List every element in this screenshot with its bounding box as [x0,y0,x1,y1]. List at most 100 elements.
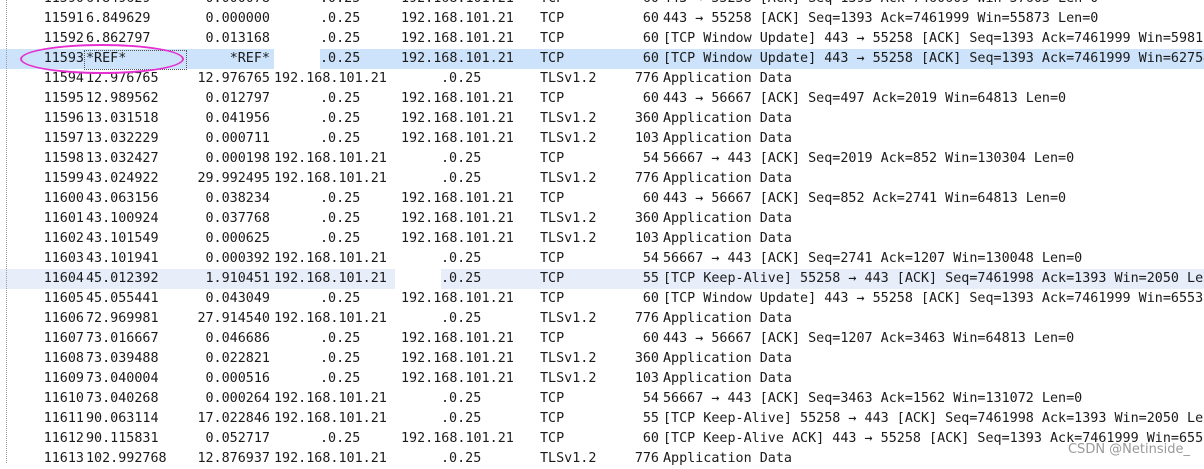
packet-source-text: .0.25 [320,351,361,366]
packet-source: 192.168.101.21 [274,269,387,289]
packet-time: 12.976765 [86,71,159,86]
packet-time: 72.969981 [86,311,159,326]
tree-line [6,0,7,463]
packet-info: 443 → 56667 [ACK] Seq=852 Ack=2741 Win=6… [663,191,1067,206]
packet-protocol: TCP [540,51,565,66]
packet-destination: .0.25 [395,449,481,469]
redaction-mask [274,349,320,369]
packet-source: 192.168.101.21 [274,149,387,169]
packet-list[interactable]: 115906.849629 0.000078 .0.25 192.168.101.21… [0,0,1204,469]
packet-destination: .0.25 [395,309,481,329]
packet-row[interactable]: 11612 90.115831 0.052717 .0.25 192.168.101.2… [0,429,1204,449]
redaction-mask [274,189,320,209]
packet-info: 443 → 55258 [ACK] Seq=1393 Ack=7461999 W… [663,11,1099,26]
packet-destination: 192.168.101.21 [401,329,514,349]
packet-row[interactable]: 11604 45.012392 1.910451 192.168.101.21 .0.2… [0,269,1204,289]
packet-source: .0.25 [274,9,360,29]
packet-info: Application Data [663,71,792,86]
packet-row[interactable]: 11611 90.063114 17.022846 192.168.101.21 .0.… [0,409,1204,429]
packet-protocol: TLSv1.2 [540,351,597,366]
packet-protocol: TLSv1.2 [540,231,597,246]
packet-protocol: TCP [540,431,565,446]
packet-no: 11609 [43,371,84,386]
packet-delta: 0.038234 [205,191,271,206]
packet-row[interactable]: 11597 13.032229 0.000711 .0.25 192.168.101.2… [0,129,1204,149]
packet-info: [TCP Window Update] 443 → 55258 [ACK] Se… [663,31,1204,46]
packet-source-text: .0.25 [320,31,361,46]
packet-source-text: 192.168.101.21 [274,391,387,406]
packet-source-text: .0.25 [320,231,361,246]
packet-row[interactable]: 11599 43.024922 29.992495 192.168.101.21 .0.… [0,169,1204,189]
packet-row[interactable]: 11606 72.969981 27.914540 192.168.101.21 .0.… [0,309,1204,329]
packet-row[interactable]: 11613 102.992768 12.876937 192.168.101.21 .0… [0,449,1204,469]
packet-row[interactable]: 11609 73.040004 0.000516 .0.25 192.168.101.2… [0,369,1204,389]
packet-protocol: TCP [540,191,565,206]
packet-info: 443 → 56667 [ACK] Seq=1207 Ack=3463 Win=… [663,331,1075,346]
packet-delta: 0.000516 [205,371,271,386]
packet-info: Application Data [663,171,792,186]
packet-row[interactable]: 11594 12.976765 12.976765 192.168.101.21.0.… [0,69,1204,89]
redaction-mask [274,49,320,69]
packet-no: 11613 [43,451,84,466]
packet-source-text: .0.25 [320,131,361,146]
packet-time: 45.012392 [86,271,159,286]
packet-protocol: TCP [540,151,565,166]
packet-destination: 192.168.101.21 [401,49,514,69]
packet-row[interactable]: 11602 43.101549 0.000625 .0.25 192.168.101.2… [0,229,1204,249]
packet-protocol: TLSv1.2 [540,211,597,226]
packet-length: 60 [642,11,659,26]
packet-time: 12.989562 [86,91,159,106]
packet-destination: 192.168.101.21 [401,229,514,249]
packet-row[interactable]: 11598 13.032427 0.000198 192.168.101.21 .0.2… [0,149,1204,169]
packet-source: .0.25 [274,89,360,109]
packet-row[interactable]: 11592 6.862797 0.013168 .0.25 192.168.101.21… [0,29,1204,49]
packet-no: 11600 [43,191,84,206]
packet-row[interactable]: 11595 12.989562 0.012797 .0.25 192.168.101.2… [0,89,1204,109]
packet-delta: 0.013168 [205,31,271,46]
packet-no: 11602 [43,231,84,246]
redaction-mask [274,9,320,29]
packet-destination-text: .0.25 [441,451,482,466]
packet-delta: 0.043049 [205,291,271,306]
packet-row[interactable]: 11608 73.039488 0.022821 .0.25 192.168.101.2… [0,349,1204,369]
redaction-mask [274,109,320,129]
packet-destination-text: 192.168.101.21 [401,231,514,246]
packet-protocol: TLSv1.2 [540,71,597,86]
packet-row[interactable]: 11596 13.031518 0.041956 .0.25 192.168.101.2… [0,109,1204,129]
packet-no: 11593 [43,51,84,66]
packet-length: 60 [642,431,659,446]
packet-row[interactable]: 11593 *REF* *REF* .0.25 192.168.101.21 TCP 60[… [0,49,1204,69]
packet-delta: 17.022846 [197,411,270,426]
packet-row[interactable]: 11603 43.101941 0.000392 192.168.101.21 .0.2… [0,249,1204,269]
packet-row[interactable]: 11601 43.100924 0.037768 .0.25 192.168.101.2… [0,209,1204,229]
packet-protocol: TCP [540,91,565,106]
packet-time: 73.040004 [86,371,159,386]
packet-destination-text: 192.168.101.21 [401,351,514,366]
packet-row[interactable]: 11605 45.055441 0.043049 .0.25 192.168.101.2… [0,289,1204,309]
packet-row[interactable]: 11591 6.849629 0.000000 .0.25 192.168.101.21… [0,9,1204,29]
packet-destination: .0.25 [395,269,481,289]
redaction-mask [395,149,441,169]
packet-destination: 192.168.101.21 [401,129,514,149]
packet-length: 60 [642,191,659,206]
packet-destination-text: 192.168.101.21 [401,291,514,306]
packet-row[interactable]: 11607 73.016667 0.046686 .0.25 192.168.101.2… [0,329,1204,349]
packet-delta: 0.000264 [205,391,271,406]
packet-length: 55 [642,271,659,286]
packet-no: 11608 [43,351,84,366]
packet-delta: 0.000198 [205,151,271,166]
packet-no: 11595 [43,91,84,106]
packet-length: 360 [634,111,659,126]
packet-destination: 192.168.101.21 [401,189,514,209]
packet-source: 192.168.101.21 [274,389,387,409]
packet-info: 56667 → 443 [ACK] Seq=3463 Ack=1562 Win=… [663,391,1083,406]
packet-row[interactable]: 11600 43.063156 0.038234 .0.25 192.168.101.2… [0,189,1204,209]
packet-protocol: TCP [540,411,565,426]
packet-row[interactable]: 11610 73.040268 0.000264 192.168.101.21 .0.2… [0,389,1204,409]
packet-info: 443 → 56667 [ACK] Seq=497 Ack=2019 Win=6… [663,91,1067,106]
redaction-mask [395,269,441,289]
packet-source: 192.168.101.21 [274,449,387,469]
packet-no: 11598 [43,151,84,166]
packet-destination-text: 192.168.101.21 [401,131,514,146]
packet-row[interactable]: 115906.849629 0.000078 .0.25 192.168.101.21… [0,0,1204,9]
